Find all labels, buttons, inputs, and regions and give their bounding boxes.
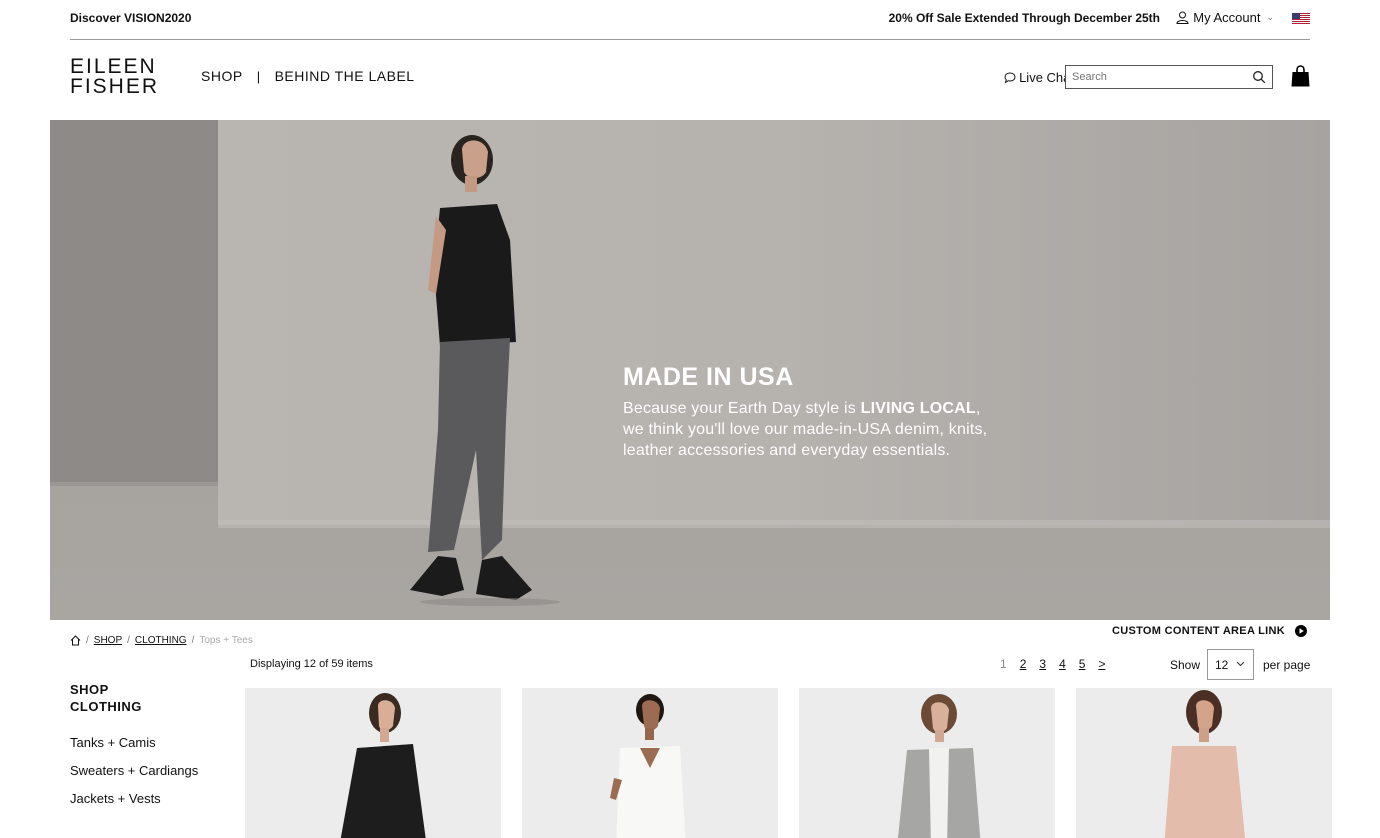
per-page-select[interactable]: 12	[1207, 649, 1254, 680]
breadcrumb-separator: /	[191, 635, 195, 646]
home-icon[interactable]	[70, 635, 81, 646]
logo-line-1: EILEEN	[70, 55, 157, 78]
promo-banner[interactable]: 20% Off Sale Extended Through December 2…	[889, 11, 1160, 25]
breadcrumb-separator: /	[127, 635, 130, 646]
nav-behind-the-label[interactable]: BEHIND THE LABEL	[275, 68, 415, 84]
product-card-black-top[interactable]	[245, 688, 501, 838]
product-image	[1164, 690, 1246, 838]
person-icon	[1176, 11, 1189, 24]
page-4[interactable]: 4	[1059, 657, 1066, 671]
product-image	[898, 694, 981, 838]
custom-content-label: CUSTOM CONTENT AREA LINK	[1111, 625, 1285, 637]
sidebar-heading: SHOP CLOTHING	[70, 681, 198, 715]
hero-title: MADE IN USA	[623, 363, 794, 391]
us-flag-icon[interactable]	[1292, 13, 1310, 25]
product-card-white-top[interactable]	[522, 688, 778, 838]
show-label: Show	[1170, 658, 1201, 672]
search-box	[1065, 65, 1273, 89]
product-image	[610, 694, 686, 838]
play-circle-icon	[1295, 625, 1307, 637]
hero-copy: MADE IN USA Because your Earth Day style…	[623, 363, 987, 461]
sidebar-item-sweaters-cardigans[interactable]: Sweaters + Cardiangs	[70, 763, 198, 791]
page-2[interactable]: 2	[1020, 657, 1027, 671]
eileen-fisher-logo[interactable]: EILEEN FISHER	[70, 55, 160, 98]
chevron-down-icon: ⌄	[1266, 12, 1274, 22]
hero-body: Because your Earth Day style is LIVING L…	[623, 398, 987, 461]
speech-bubble-icon	[1004, 71, 1016, 84]
hero-living-local: LIVING LOCAL	[860, 400, 976, 417]
product-card-pink-sweater[interactable]	[1076, 688, 1332, 838]
chevron-down-icon	[1236, 661, 1245, 667]
search-icon[interactable]	[1252, 70, 1266, 84]
custom-content-area-link[interactable]: CUSTOM CONTENT AREA LINK	[1112, 625, 1307, 637]
page-5[interactable]: 5	[1079, 657, 1086, 671]
sidebar-heading-line1: SHOP	[70, 682, 109, 697]
hero-line1-suffix: ,	[975, 400, 981, 417]
logo-line-2: FISHER	[70, 75, 160, 98]
my-account-menu[interactable]: My Account ⌄	[1176, 10, 1274, 25]
pagination: 1 2 3 4 5 >	[1000, 657, 1105, 671]
hero-line3: leather accessories and everyday essenti…	[623, 442, 951, 459]
nav-separator: |	[256, 68, 261, 84]
hero-banner[interactable]: MADE IN USA Because your Earth Day style…	[50, 120, 1330, 620]
page-next[interactable]: >	[1098, 657, 1105, 671]
breadcrumb-shop[interactable]: SHOP	[94, 635, 122, 646]
main-nav: SHOP | BEHIND THE LABEL	[201, 68, 415, 84]
item-count: Displaying 12 of 59 items	[250, 658, 373, 670]
page-1[interactable]: 1	[1000, 657, 1007, 671]
site-header: EILEEN FISHER SHOP | BEHIND THE LABEL Li…	[70, 41, 1310, 120]
product-image	[340, 693, 426, 838]
hero-line1-prefix: Because your Earth Day style is	[623, 400, 861, 417]
sidebar-heading-line2: CLOTHING	[70, 699, 142, 714]
breadcrumb-clothing[interactable]: CLOTHING	[135, 635, 187, 646]
sidebar-list: Tanks + Camis Sweaters + Cardiangs Jacke…	[70, 735, 198, 819]
product-card-grey-cardigan[interactable]	[799, 688, 1055, 838]
breadcrumb-separator: /	[86, 635, 89, 646]
sidebar-item-tanks-camis[interactable]: Tanks + Camis	[70, 735, 198, 763]
discover-link[interactable]: Discover VISION2020	[70, 11, 191, 25]
shopping-bag-icon[interactable]	[1291, 65, 1310, 87]
per-page-value: 12	[1215, 657, 1229, 672]
breadcrumb: / SHOP / CLOTHING / Tops + Tees	[70, 635, 253, 646]
live-chat-link[interactable]: Live Chat	[1004, 70, 1074, 85]
top-bar: Discover VISION2020 20% Off Sale Extende…	[70, 0, 1310, 40]
nav-shop[interactable]: SHOP	[201, 68, 243, 84]
page-3[interactable]: 3	[1039, 657, 1046, 671]
search-input[interactable]	[1066, 67, 1246, 87]
breadcrumb-current: Tops + Tees	[199, 635, 253, 646]
per-page-label: per page	[1263, 658, 1311, 672]
category-sidebar: SHOP CLOTHING Tanks + Camis Sweaters + C…	[70, 681, 198, 819]
my-account-label: My Account	[1193, 10, 1261, 25]
sidebar-item-jackets-vests[interactable]: Jackets + Vests	[70, 791, 198, 819]
hero-line2: we think you'll love our made-in-USA den…	[623, 421, 988, 438]
